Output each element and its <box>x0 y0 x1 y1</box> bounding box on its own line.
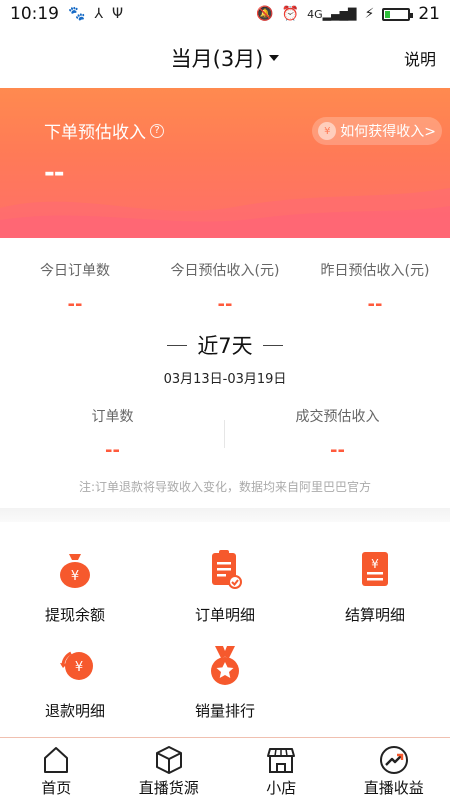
how-to-earn-button[interactable]: ¥ 如何获得收入> <box>312 117 442 145</box>
battery-icon <box>382 7 414 21</box>
period-stats: 订单数 -- 成交预估收入 -- <box>0 400 450 470</box>
shop-icon <box>266 745 296 775</box>
grid-item-withdraw-balance[interactable]: ¥ 提现余额 <box>0 548 150 625</box>
signal-icon: 4G▂▄▆█ <box>307 7 357 21</box>
help-icon[interactable]: ? <box>150 123 164 138</box>
home-icon <box>41 745 71 775</box>
period-block: 近7天 03月13日-03月19日 <box>0 330 450 387</box>
status-time: 10:19 <box>10 4 59 24</box>
battery-level: 21 <box>418 4 440 24</box>
settlement-receipt-icon: ¥ <box>353 548 397 592</box>
money-bag-icon: ¥ <box>318 122 337 140</box>
mute-bell-icon: 🔕 <box>256 6 274 22</box>
nav-label: 小店 <box>266 779 297 797</box>
how-to-earn-label: 如何获得收入> <box>340 124 436 140</box>
stat-label: 订单数 <box>91 409 134 425</box>
stat-value: -- <box>367 294 383 315</box>
stat-value: -- <box>67 294 83 315</box>
income-banner: 下单预估收入 ? -- ¥ 如何获得收入> <box>0 88 450 238</box>
period-range: 03月13日-03月19日 <box>163 372 287 387</box>
grid-item-refund-details[interactable]: ¥ 退款明细 <box>0 644 150 721</box>
month-selector[interactable]: 当月(3月) <box>171 43 280 73</box>
divider <box>167 344 188 346</box>
stat-label: 今日预估收入(元) <box>170 263 280 279</box>
divider <box>262 344 283 346</box>
stat-label: 昨日预估收入(元) <box>320 263 430 279</box>
section-divider <box>0 508 450 522</box>
earnings-chart-icon <box>379 745 409 775</box>
top-nav: 当月(3月) 说明 <box>0 28 450 88</box>
banner-title-text: 下单预估收入 <box>44 123 146 143</box>
grid-item-settlement-details[interactable]: ¥ 结算明细 <box>300 548 450 625</box>
share-network-icon: ⅄ <box>94 6 103 22</box>
stat-value: -- <box>330 440 345 461</box>
banner-title: 下单预估收入 ? <box>44 118 164 143</box>
grid-item-sales-ranking[interactable]: 销量排行 <box>150 644 300 721</box>
nav-label: 直播收益 <box>363 779 424 797</box>
banner-waves <box>0 188 450 238</box>
nav-label: 首页 <box>41 779 72 797</box>
order-clipboard-icon <box>203 548 247 592</box>
caret-down-icon <box>269 55 280 61</box>
stat-value: -- <box>217 294 233 315</box>
nav-live-earnings[interactable]: 直播收益 <box>338 738 450 800</box>
grid-item-label: 订单明细 <box>194 606 255 624</box>
nav-live-sources[interactable]: 直播货源 <box>113 738 226 800</box>
svg-text:¥: ¥ <box>71 569 79 584</box>
nav-home[interactable]: 首页 <box>0 738 113 800</box>
cube-icon <box>154 745 184 775</box>
stat-today-orders: 今日订单数 -- <box>0 238 150 318</box>
divider <box>224 420 225 448</box>
disclaimer-note: 注:订单退款将导致收入变化，数据均来自阿里巴巴官方 <box>78 480 372 494</box>
svg-text:¥: ¥ <box>371 557 379 571</box>
stat-label: 今日订单数 <box>40 263 110 279</box>
grid-item-order-details[interactable]: 订单明细 <box>150 548 300 625</box>
today-stats: 今日订单数 -- 今日预估收入(元) -- 昨日预估收入(元) -- <box>0 238 450 318</box>
alarm-icon: ⏰ <box>281 6 300 22</box>
explain-link[interactable]: 说明 <box>404 46 436 70</box>
bottom-nav: 首页 直播货源 小店 直播收益 <box>0 737 450 800</box>
period-title-text: 近7天 <box>197 334 253 358</box>
ranking-medal-icon <box>203 644 247 688</box>
nav-shop[interactable]: 小店 <box>225 738 338 800</box>
month-selector-label: 当月(3月) <box>170 47 264 71</box>
period-title: 近7天 <box>0 330 450 360</box>
banner-value: -- <box>44 158 65 188</box>
paw-icon: 🐾 <box>68 6 86 22</box>
refund-coin-icon: ¥ <box>53 644 97 688</box>
grid-item-label: 退款明细 <box>44 702 105 720</box>
stat-value: -- <box>105 440 120 461</box>
stat-label: 成交预估收入 <box>295 409 380 425</box>
grid-item-label: 提现余额 <box>44 606 105 624</box>
stat-period-income: 成交预估收入 -- <box>225 400 450 470</box>
usb-icon: Ψ <box>112 6 124 22</box>
money-bag-icon: ¥ <box>53 548 97 592</box>
svg-text:¥: ¥ <box>75 660 83 675</box>
grid-item-label: 结算明细 <box>344 606 405 624</box>
stat-today-income: 今日预估收入(元) -- <box>150 238 300 318</box>
stat-period-orders: 订单数 -- <box>0 400 225 470</box>
stat-yesterday-income: 昨日预估收入(元) -- <box>300 238 450 318</box>
charging-icon: ⚡ <box>364 6 375 22</box>
grid-item-label: 销量排行 <box>194 702 255 720</box>
nav-label: 直播货源 <box>138 779 199 797</box>
status-bar: 10:19 🐾 ⅄ Ψ 🔕 ⏰ 4G▂▄▆█ ⚡ 21 <box>0 0 450 28</box>
